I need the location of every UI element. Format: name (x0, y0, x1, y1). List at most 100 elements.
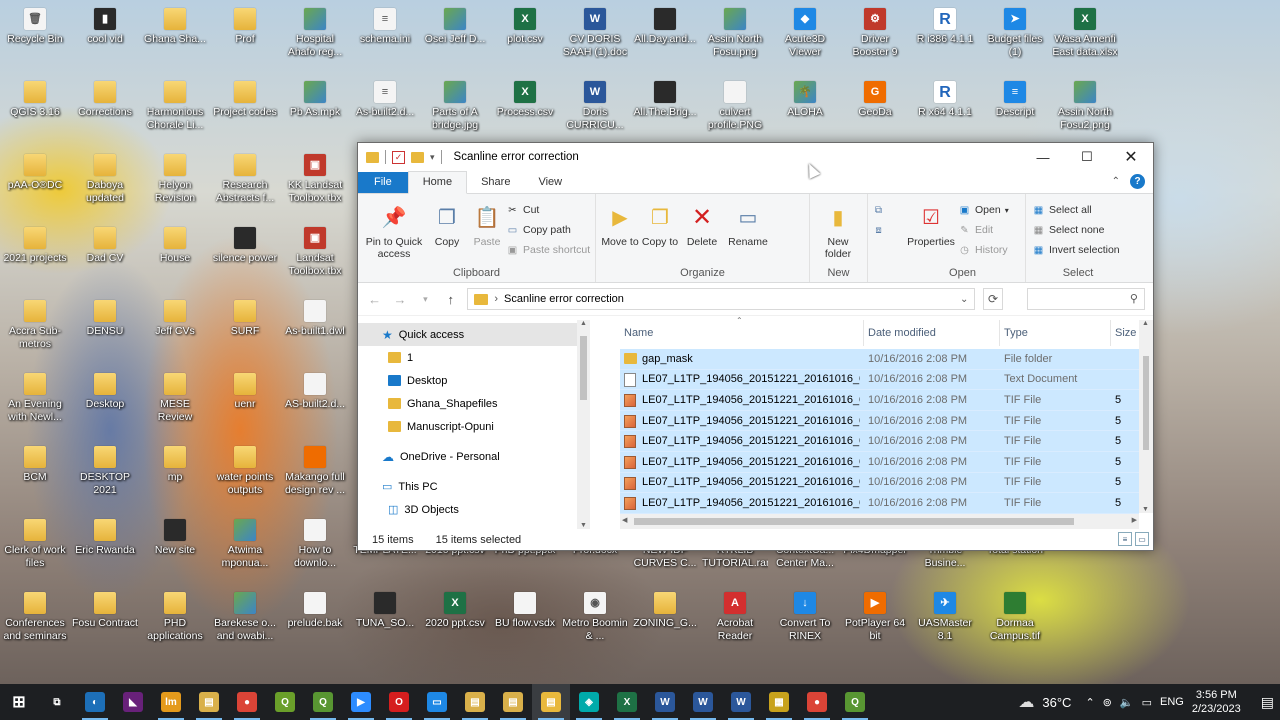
start-button[interactable]: ⊞ (0, 684, 38, 720)
taskbar-folder-icon[interactable]: ▤ (190, 684, 228, 720)
file-scroll-thumb[interactable] (1143, 356, 1149, 450)
desktop-icon-item[interactable]: SURF (212, 300, 278, 338)
taskbar-app-orange-icon[interactable]: lm (152, 684, 190, 720)
desktop-icon-item[interactable]: Assin North Fosu.png (702, 8, 768, 59)
volume-icon[interactable]: 🔈 (1120, 696, 1134, 709)
desktop-icon-item[interactable]: All.The.Brig... (632, 81, 698, 119)
desktop-icon-item[interactable]: Ghana Sha... (142, 8, 208, 46)
desktop-icon-item[interactable]: Atwima mponua... (212, 519, 278, 570)
desktop-icon-item[interactable]: 2021 projects (2, 227, 68, 265)
desktop-icon-item[interactable]: ≡ As-built2.d... (352, 81, 418, 119)
desktop-icon-item[interactable]: X Process.csv (492, 81, 558, 119)
desktop-icon-item[interactable]: Fosu Contract (72, 592, 138, 630)
desktop-icon-item[interactable]: ➤ Budget files (1) (982, 8, 1048, 59)
desktop-icon-item[interactable]: G GeoDa (842, 81, 908, 119)
nav-this-pc[interactable]: ▭ This PC (358, 475, 590, 498)
desktop-icon-item[interactable]: Barekese o... and owabi... (212, 592, 278, 643)
nav-onedrive[interactable]: ☁ OneDrive - Personal (358, 445, 590, 468)
taskbar-word3-icon[interactable]: W (722, 684, 760, 720)
desktop-icon-item[interactable]: ZONING_G... (632, 592, 698, 630)
desktop-icon-item[interactable]: MESE Review (142, 373, 208, 424)
column-name[interactable]: Name (620, 320, 864, 346)
desktop-icon-item[interactable]: Parts of A bridge.jpg (422, 81, 488, 132)
desktop-icon-item[interactable]: QGIS 3.16 (2, 81, 68, 119)
address-bar[interactable]: › Scanline error correction ⌄ (467, 288, 976, 310)
column-type[interactable]: Type (1000, 320, 1111, 346)
desktop-icon-item[interactable]: ↓ Convert To RINEX (772, 592, 838, 643)
desktop-icon-item[interactable]: DENSU (72, 300, 138, 338)
file-row[interactable]: LE07_L1TP_194056_20151221_20161016_0... 1… (620, 451, 1139, 473)
desktop-icon-item[interactable]: Dad CV (72, 227, 138, 265)
desktop-icon-item[interactable]: PHD applications (142, 592, 208, 643)
desktop-icon-item[interactable]: A Acrobat Reader (702, 592, 768, 643)
taskbar-word2-icon[interactable]: W (684, 684, 722, 720)
tab-share[interactable]: Share (467, 172, 524, 193)
desktop-icon-item[interactable]: BCM (2, 446, 68, 484)
desktop-icon-item[interactable]: 🌴 ALOHA (772, 81, 838, 119)
select-none-button[interactable]: ▦ Select none (1032, 222, 1120, 238)
taskbar-zoom-icon[interactable]: ▶ (342, 684, 380, 720)
horizontal-scrollbar[interactable]: ◀ ▶ (620, 514, 1139, 529)
select-all-button[interactable]: ▦ Select all (1032, 202, 1120, 218)
file-row[interactable]: LE07_L1TP_194056_20151221_20161016_0... 1… (620, 390, 1139, 411)
desktop-icon-item[interactable]: W CV DORIS SAAH (1).doc (562, 8, 628, 59)
nav-item-ghana-shapefiles[interactable]: Ghana_Shapefiles (358, 392, 590, 415)
desktop-icon-item[interactable]: Conferences and seminars (2, 592, 68, 643)
file-row[interactable]: LE07_L1TP_194056_20151221_20161016_0... 1… (620, 431, 1139, 452)
desktop-icon-item[interactable]: AS-built2.d... (282, 373, 348, 411)
recent-dropdown-icon[interactable]: ▾ (417, 294, 434, 305)
desktop-icon-item[interactable]: DESKTOP 2021 (72, 446, 138, 497)
taskbar-excel-icon[interactable]: X (608, 684, 646, 720)
taskbar-qgis-icon[interactable]: Q (304, 684, 342, 720)
minimize-button[interactable]: — (1021, 143, 1065, 171)
taskbar-visual-studio-icon[interactable]: ◣ (114, 684, 152, 720)
desktop-icon-item[interactable]: Helyon Revision (142, 154, 208, 205)
desktop-icon-item[interactable]: Makango full design rev ... (282, 446, 348, 497)
desktop-icon-item[interactable]: silence power (212, 227, 278, 265)
desktop-icon-item[interactable]: W Doris CURRICU... (562, 81, 628, 132)
desktop-icon-item[interactable]: Prof (212, 8, 278, 46)
invert-selection-button[interactable]: ▦ Invert selection (1032, 242, 1120, 258)
properties-check-icon[interactable]: ✓ (392, 150, 405, 164)
desktop-icon-item[interactable]: ✈ UASMaster 8.1 (912, 592, 978, 643)
refresh-button[interactable]: ⟳ (983, 288, 1003, 310)
customize-dropdown-icon[interactable]: ▾ (430, 152, 435, 163)
search-input[interactable]: ⚲ (1026, 288, 1145, 310)
scroll-left-icon[interactable]: ◀ (622, 516, 627, 524)
horizontal-scroll-thumb[interactable] (634, 518, 1074, 525)
new-folder-icon[interactable] (411, 151, 424, 163)
taskbar-app-yellow-icon[interactable]: ▦ (760, 684, 798, 720)
desktop-icon-item[interactable]: Assin North Fosu2.png (1052, 81, 1118, 132)
desktop-icon-item[interactable]: Pb As.mpk (282, 81, 348, 119)
nav-scroll-thumb[interactable] (580, 336, 587, 400)
desktop-icon-item[interactable]: ◉ Metro Boomin & ... (562, 592, 628, 643)
column-date-modified[interactable]: Date modified (864, 320, 1000, 346)
new-item-button[interactable]: ⧉ (872, 202, 885, 218)
maximize-button[interactable]: ☐ (1065, 143, 1109, 171)
desktop-icon-item[interactable]: 🗑 Recycle Bin (2, 8, 68, 46)
desktop-icon-item[interactable]: ▣ Landsat Toolbox.tbx (282, 227, 348, 278)
file-row[interactable]: LE07_L1TP_194056_20151221_20161016_0... 1… (620, 410, 1139, 432)
desktop-icon-item[interactable]: uenr (212, 373, 278, 411)
paste-shortcut-button[interactable]: ▣ Paste shortcut (506, 242, 590, 258)
back-arrow-icon[interactable]: ← (366, 292, 383, 307)
desktop-icon-item[interactable]: How to downlo... (282, 519, 348, 570)
tab-home[interactable]: Home (407, 171, 468, 194)
desktop-icon-item[interactable]: culvert profile.PNG (702, 81, 768, 132)
battery-icon[interactable]: ▭ (1142, 696, 1152, 709)
taskbar-opera-icon[interactable]: O (380, 684, 418, 720)
easy-access-button[interactable]: ⧈ (872, 222, 885, 238)
taskbar-chrome2-icon[interactable]: ● (798, 684, 836, 720)
temperature[interactable]: 36°C (1042, 695, 1071, 710)
desktop-icon-item[interactable]: R R i386 4.1.1 (912, 8, 978, 46)
desktop-icon-item[interactable]: ≡ schema.ini (352, 8, 418, 46)
taskbar-folder3-icon[interactable]: ▤ (494, 684, 532, 720)
desktop-icon-item[interactable]: Desktop (72, 373, 138, 411)
taskbar-folder2-icon[interactable]: ▤ (456, 684, 494, 720)
title-bar[interactable]: ✓ ▾ Scanline error correction — ☐ ✕ (358, 143, 1153, 171)
desktop-icon-item[interactable]: X Wasa Amenfi East data.xlsx (1052, 8, 1118, 59)
desktop-icon-item[interactable]: ⚙ Driver Booster 9 (842, 8, 908, 59)
desktop-icon-item[interactable]: Daboya updated (72, 154, 138, 205)
language-indicator[interactable]: ENG (1160, 696, 1184, 708)
scroll-up-icon[interactable]: ▲ (1142, 320, 1149, 327)
